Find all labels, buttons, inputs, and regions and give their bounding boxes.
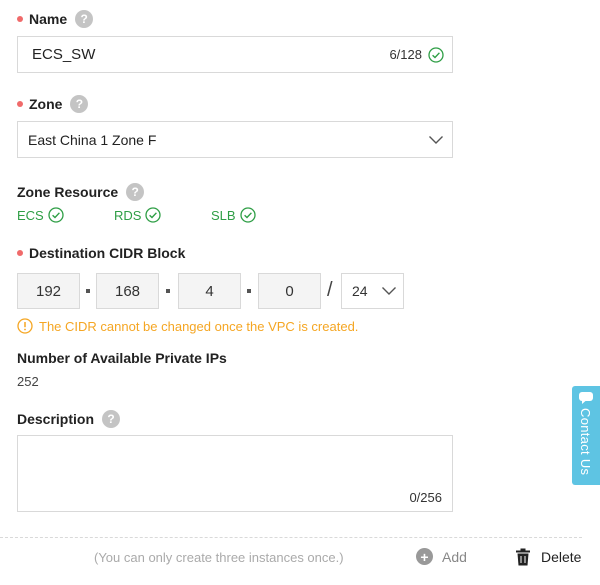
add-button-label: Add	[442, 548, 467, 565]
chat-icon	[579, 392, 593, 404]
instance-limit-note: (You can only create three instances onc…	[94, 550, 344, 565]
exclamation-circle-icon	[17, 318, 33, 334]
cidr-separator-dot	[86, 289, 90, 293]
zone-select[interactable]: East China 1 Zone F	[17, 121, 453, 158]
zone-resource-label-row: Zone Resource ?	[17, 183, 145, 201]
resource-rds: RDS	[114, 207, 211, 223]
add-button[interactable]: + Add	[416, 548, 467, 565]
cidr-octet-1[interactable]: 192	[17, 273, 80, 309]
name-label-row: Name ?	[17, 10, 94, 28]
question-circle-icon[interactable]: ?	[126, 183, 145, 201]
cidr-separator-dot	[247, 289, 251, 293]
zone-resource-list: ECS RDS SLB	[17, 207, 256, 223]
plus-circle-icon: +	[416, 548, 433, 565]
resource-slb: SLB	[211, 207, 256, 223]
cidr-label: Destination CIDR Block	[29, 245, 186, 261]
description-char-count: 0/256	[409, 490, 442, 505]
required-dot	[17, 250, 23, 256]
zone-label-row: Zone ?	[17, 95, 89, 113]
cidr-warning-text: The CIDR cannot be changed once the VPC …	[39, 318, 359, 334]
check-circle-icon	[428, 46, 444, 63]
available-ips-label-row: Number of Available Private IPs	[17, 350, 227, 366]
cidr-octet-4[interactable]: 0	[258, 273, 321, 309]
zone-label: Zone	[29, 96, 63, 112]
trash-icon	[516, 548, 530, 566]
cidr-slash: /	[327, 279, 333, 301]
available-ips-value: 252	[17, 374, 39, 389]
cidr-octet-2[interactable]: 168	[96, 273, 159, 309]
check-circle-icon	[145, 207, 162, 223]
cidr-warning: The CIDR cannot be changed once the VPC …	[17, 318, 358, 334]
question-circle-icon[interactable]: ?	[75, 10, 94, 28]
description-label: Description	[17, 411, 95, 427]
cidr-mask-value: 24	[352, 283, 368, 299]
name-char-count: 6/128	[389, 47, 422, 62]
resource-ecs: ECS	[17, 207, 114, 223]
delete-button[interactable]: Delete	[515, 548, 581, 566]
chevron-down-icon	[382, 287, 396, 295]
question-circle-icon[interactable]: ?	[102, 410, 121, 428]
question-circle-icon[interactable]: ?	[70, 95, 89, 113]
chevron-down-icon	[429, 135, 443, 144]
zone-resource-label: Zone Resource	[17, 184, 119, 200]
available-ips-label: Number of Available Private IPs	[17, 350, 227, 366]
name-label: Name	[29, 11, 68, 27]
resource-ecs-label: ECS	[17, 207, 44, 223]
cidr-label-row: Destination CIDR Block	[17, 245, 185, 261]
cidr-octet-3[interactable]: 4	[178, 273, 241, 309]
name-input-value: ECS_SW	[32, 46, 96, 63]
description-textarea[interactable]: 0/256	[17, 435, 453, 512]
description-label-row: Description ?	[17, 410, 121, 428]
name-input[interactable]: ECS_SW 6/128	[17, 36, 453, 73]
resource-slb-label: SLB	[211, 207, 236, 223]
zone-select-value: East China 1 Zone F	[28, 131, 157, 148]
resource-rds-label: RDS	[114, 207, 142, 223]
check-circle-icon	[48, 207, 64, 223]
required-dot	[17, 16, 23, 22]
section-divider	[0, 537, 582, 538]
contact-us-tab[interactable]: Contact Us	[572, 386, 600, 485]
contact-us-label: Contact Us	[578, 408, 593, 476]
delete-button-label: Delete	[541, 549, 582, 565]
required-dot	[17, 101, 23, 107]
check-circle-icon	[239, 207, 256, 223]
cidr-mask-select[interactable]: 24	[341, 273, 404, 309]
cidr-separator-dot	[166, 289, 170, 293]
